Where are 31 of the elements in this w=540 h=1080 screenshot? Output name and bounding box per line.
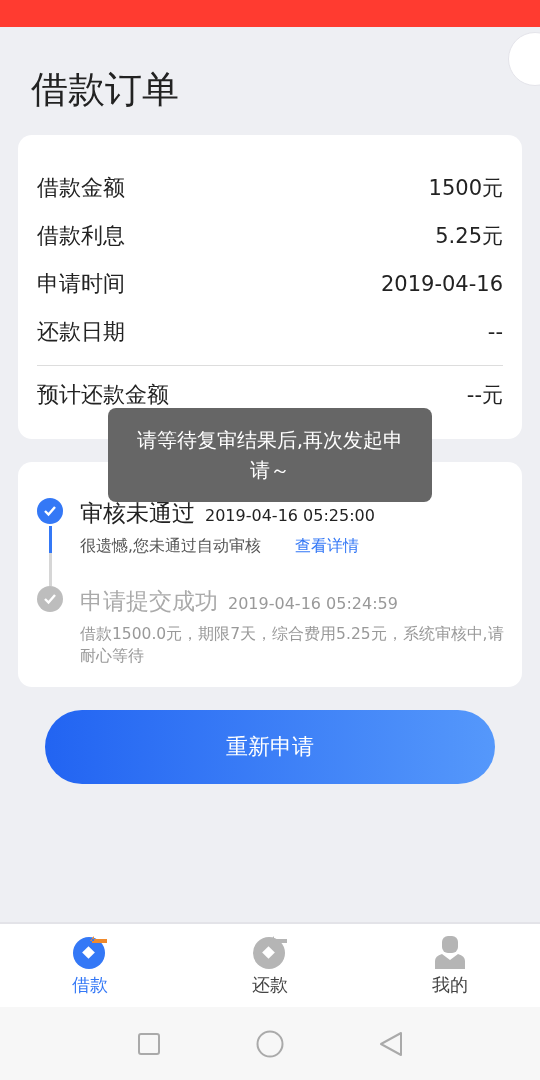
page-title: 借款订单 [31, 67, 180, 113]
field-value: 2019-04-16 [380, 272, 503, 296]
step-title: 申请提交成功 [80, 587, 218, 616]
details-link[interactable]: 查看详情 [294, 535, 359, 557]
field-value: 1500元 [428, 175, 503, 202]
step-time: 2019-04-16 05:24:59 [228, 594, 398, 613]
reapply-button[interactable]: 重新申请 [45, 710, 495, 784]
field-label: 借款利息 [37, 222, 125, 250]
check-icon [37, 586, 63, 612]
nav-tab[interactable]: 还款 [180, 924, 360, 1007]
field-label: 还款日期 [37, 318, 125, 346]
step-description: 很遗憾,您未通过自动审核 [80, 536, 261, 557]
coin-icon [72, 934, 108, 969]
field-value: --元 [466, 382, 503, 409]
toast-message: 请等待复审结果后,再次发起申请～ [108, 408, 432, 502]
step-title: 审核未通过 [80, 499, 195, 528]
nav-tab[interactable]: 我的 [360, 924, 540, 1007]
check-icon [37, 498, 63, 524]
nav-tab[interactable]: 借款 [0, 924, 180, 1007]
coin-icon [252, 934, 288, 969]
person-icon [433, 934, 467, 969]
step-time: 2019-04-16 05:25:00 [205, 506, 375, 525]
recent-apps-icon[interactable] [137, 1031, 162, 1056]
field-value: -- [487, 320, 503, 344]
field-label: 借款金额 [37, 174, 125, 202]
field-value: 5.25元 [435, 223, 503, 250]
home-icon[interactable] [256, 1029, 284, 1058]
field-label: 预计还款金额 [37, 381, 169, 409]
step-description: 借款1500.0元，期限7天，综合费用5.25元，系统审核中,请耐心等待 [80, 624, 504, 667]
back-icon[interactable] [378, 1030, 403, 1057]
field-label: 申请时间 [37, 270, 125, 298]
